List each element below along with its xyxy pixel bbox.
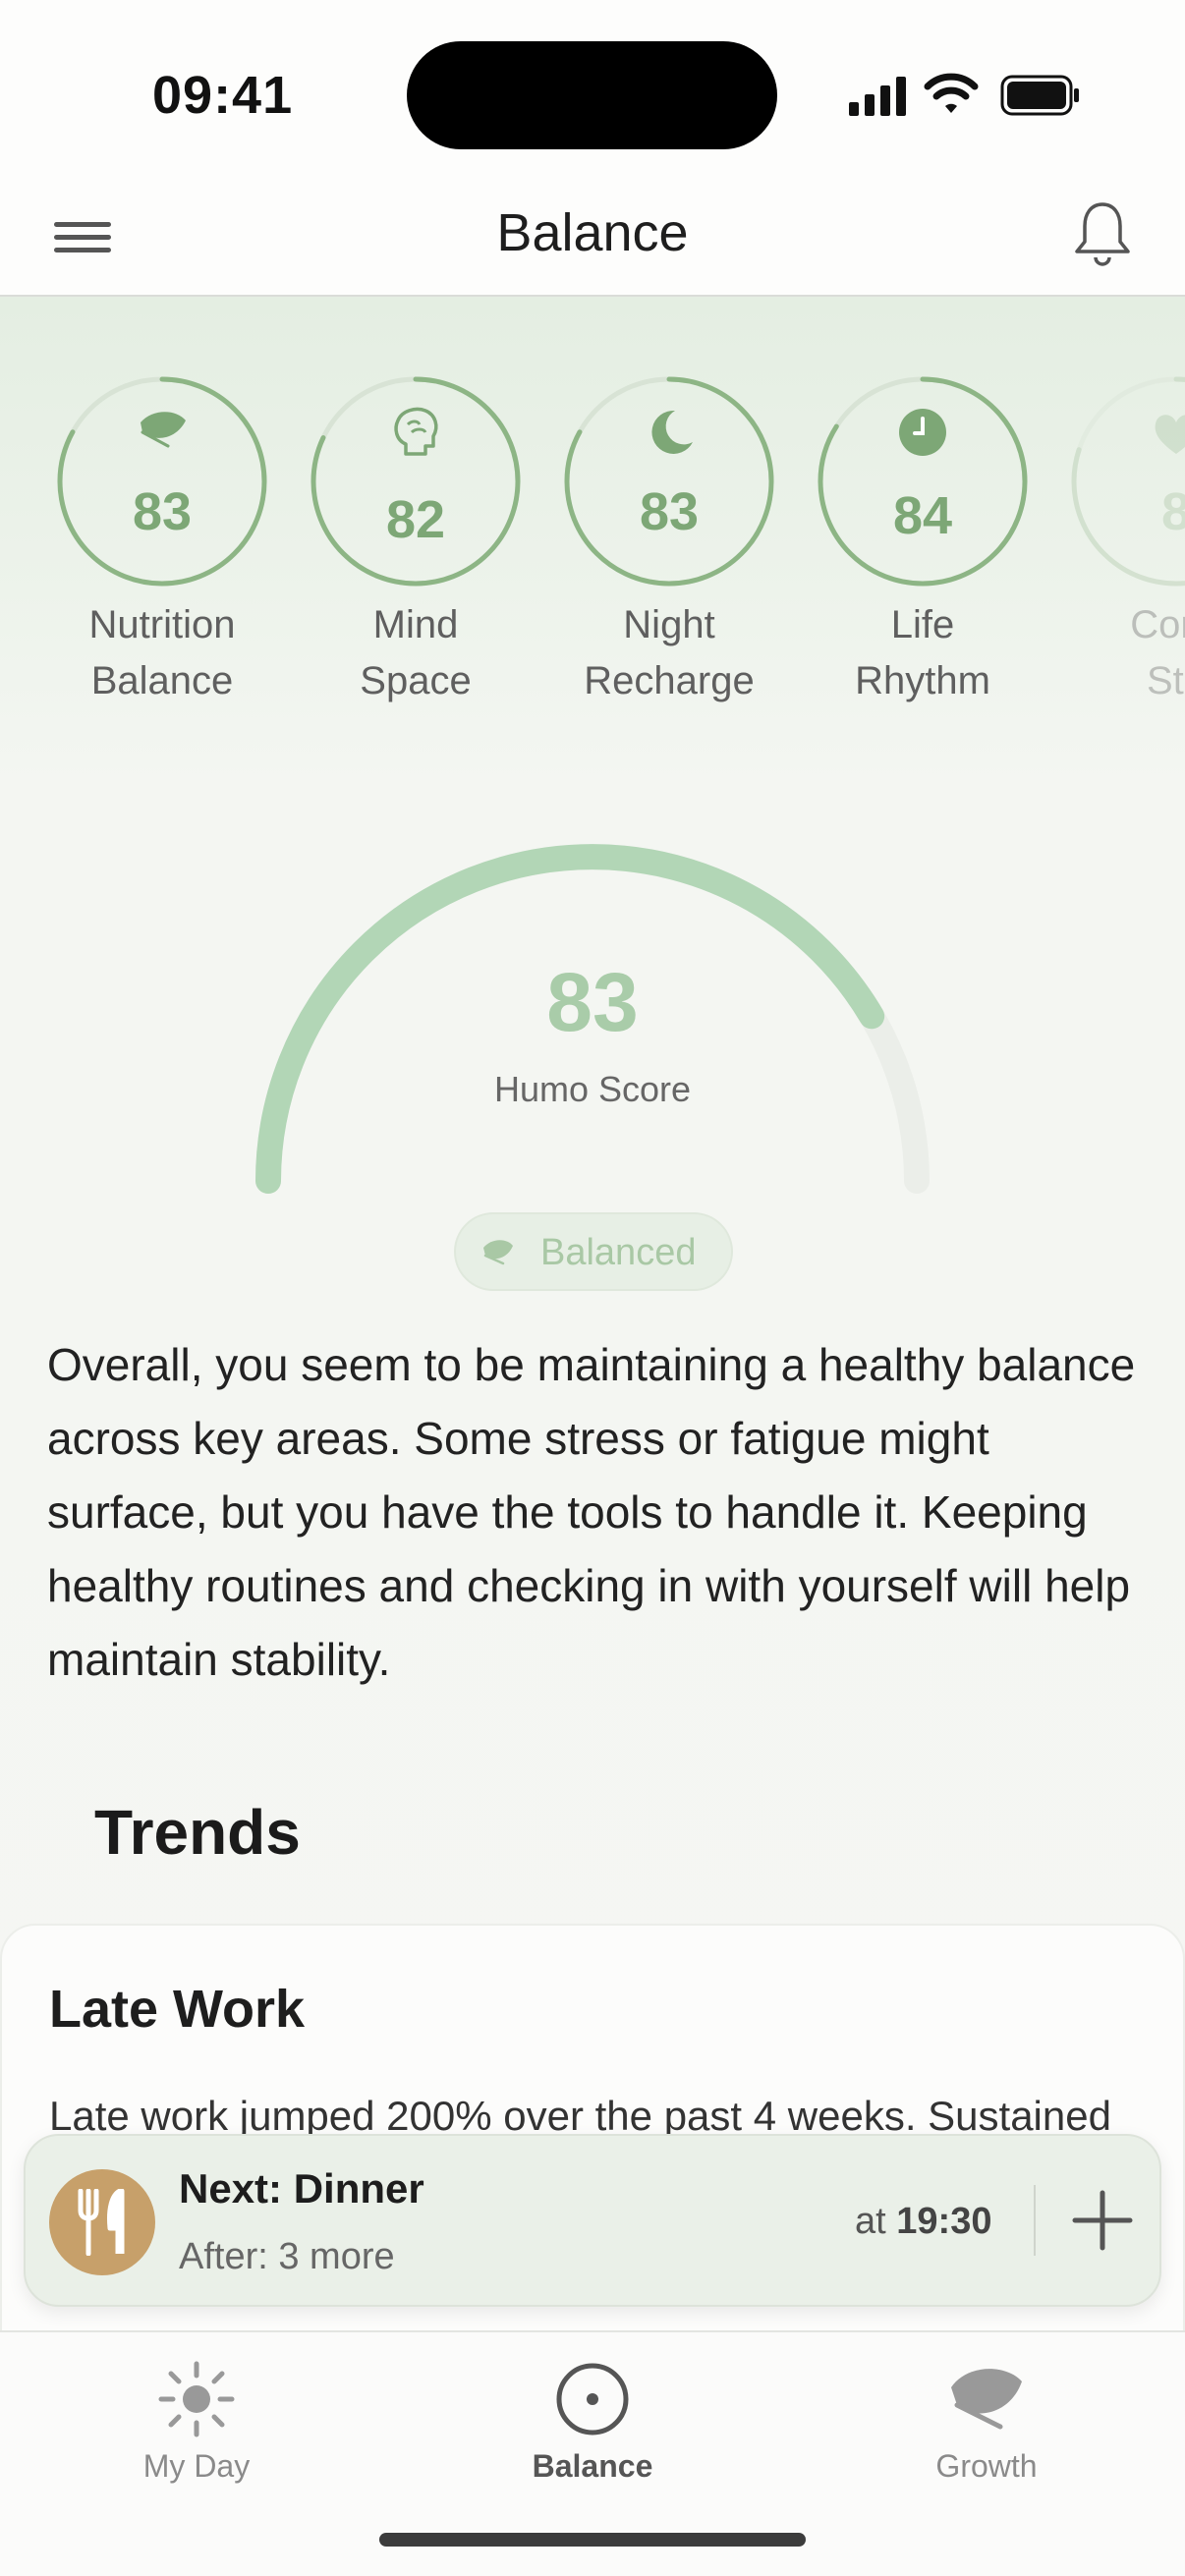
tab-label: Balance — [532, 2448, 653, 2484]
metric-value: 8 — [1160, 482, 1185, 541]
metric-label: Life Rhythm — [855, 603, 990, 702]
humo-score-label: Humo Score — [493, 1069, 692, 1109]
brain-icon — [394, 407, 438, 456]
fork-knife-icon — [78, 2189, 125, 2256]
next-meal-time: at 19:30 — [855, 2201, 992, 2242]
top-app-bar: Balance — [0, 187, 1185, 297]
leaf-icon — [483, 1240, 513, 1265]
add-meal-button[interactable] — [1067, 2185, 1138, 2256]
trend-card-title: Late Work — [49, 1980, 306, 2039]
next-meal-subtitle: After: 3 more — [179, 2236, 395, 2277]
balance-content[interactable]: 83 Nutrition Balance 82 Mind Space 83 Nigh… — [0, 297, 1185, 2330]
balance-summary: Overall, you seem to be maintaining a he… — [47, 1339, 1136, 1685]
clock-icon — [899, 409, 946, 456]
tab-label: Growth — [935, 2448, 1038, 2484]
humo-score-value: 83 — [546, 956, 639, 1048]
sun-icon — [158, 2361, 235, 2437]
metric-label: Mind Space — [360, 603, 472, 702]
target-icon — [556, 2363, 629, 2436]
tab-growth[interactable]: Growth — [839, 2352, 1134, 2499]
leaf-icon — [951, 2369, 1022, 2430]
metric-label: Nutrition Balance — [88, 603, 236, 702]
metric-value: 83 — [639, 482, 700, 541]
page-title: Balance — [496, 203, 689, 262]
metric-value: 83 — [132, 482, 193, 541]
heart-icon — [1155, 415, 1185, 454]
trend-card-text: Late work jumped 200% over the past 4 we… — [49, 2093, 1111, 2139]
trends-heading: Trends — [94, 1797, 301, 1868]
tab-balance[interactable]: Balance — [445, 2352, 740, 2499]
battery-icon — [1000, 75, 1079, 116]
tab-my-day[interactable]: My Day — [49, 2352, 344, 2499]
status-bar: 09:41 — [0, 0, 1185, 187]
dynamic-island — [407, 41, 777, 149]
next-meal-bar[interactable]: Next: Dinner After: 3 more at 19:30 — [24, 2134, 1161, 2307]
moon-icon — [651, 410, 693, 454]
next-meal-title: Next: Dinner — [179, 2165, 424, 2212]
tab-label: My Day — [142, 2448, 251, 2484]
leaf-icon — [141, 412, 186, 448]
status-time: 09:41 — [152, 66, 294, 125]
metric-value: 84 — [892, 486, 953, 545]
metric-label: ConfiSta — [1130, 603, 1185, 702]
metric-label: Night Recharge — [584, 603, 755, 702]
status-badge-label: Balanced — [540, 1232, 697, 1273]
cellular-signal-icon — [849, 77, 906, 116]
meal-avatar — [49, 2169, 155, 2275]
home-indicator — [379, 2533, 806, 2547]
metric-value: 82 — [385, 490, 446, 549]
notification-bell-icon[interactable] — [1071, 198, 1134, 269]
status-badge: Balanced — [454, 1212, 733, 1291]
wifi-icon — [924, 73, 979, 113]
divider — [1034, 2185, 1036, 2256]
